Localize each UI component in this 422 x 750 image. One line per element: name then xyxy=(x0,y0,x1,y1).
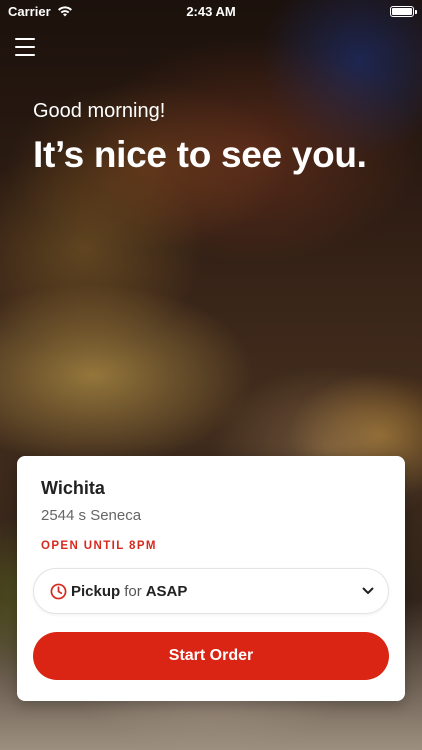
greeting-text: Good morning! xyxy=(33,100,166,122)
status-bar: Carrier 2:43 AM xyxy=(0,0,422,22)
status-left: Carrier xyxy=(8,4,73,19)
pickup-time-selector[interactable]: Pickup for ASAP xyxy=(33,568,389,614)
battery-icon xyxy=(390,5,417,17)
location-address: 2544 s Seneca xyxy=(41,507,142,524)
menu-line xyxy=(15,46,35,48)
pickup-mode: Pickup xyxy=(71,582,121,600)
open-status-badge: OPEN UNTIL 8PM xyxy=(41,540,157,552)
pickup-for-label: for xyxy=(124,582,142,600)
hamburger-icon[interactable] xyxy=(15,38,35,56)
clock-icon xyxy=(50,583,67,599)
page-title: It’s nice to see you. xyxy=(33,134,367,175)
location-name: Wichita xyxy=(41,478,105,498)
menu-line xyxy=(15,38,35,40)
wifi-icon xyxy=(57,6,72,17)
menu-line xyxy=(15,54,35,56)
status-time: 2:43 AM xyxy=(186,3,236,19)
chevron-down-icon xyxy=(362,587,374,594)
start-order-button[interactable]: Start Order xyxy=(33,632,389,680)
battery-level xyxy=(392,7,412,15)
pickup-summary: Pickup for ASAP xyxy=(71,583,362,600)
carrier-label: Carrier xyxy=(8,3,51,19)
location-card: Wichita 2544 s Seneca OPEN UNTIL 8PM Pic… xyxy=(17,456,405,701)
pickup-time: ASAP xyxy=(145,582,188,600)
